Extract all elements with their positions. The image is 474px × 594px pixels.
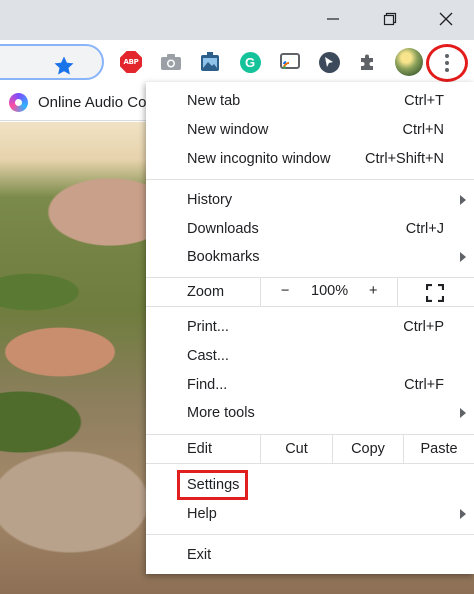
minimize-icon <box>327 18 339 20</box>
close-window-button[interactable] <box>423 0 469 38</box>
menu-item-label: Find... <box>187 376 228 393</box>
address-bar[interactable] <box>0 44 104 80</box>
extensions-puzzle-icon <box>361 54 373 70</box>
zoom-row: Zoom − 100% + <box>146 277 474 307</box>
submenu-arrow-icon <box>460 252 466 262</box>
bookmark-item[interactable]: Online Audio Co <box>9 93 146 112</box>
menu-item-label: History <box>187 191 233 208</box>
submenu-arrow-icon <box>460 408 466 418</box>
bookmark-label: Online Audio Co <box>38 94 147 111</box>
screenshot-icon <box>201 52 219 71</box>
adblock-plus-button[interactable]: ABP <box>120 51 142 73</box>
menu-item-history[interactable]: History <box>146 185 474 214</box>
cursor-icon <box>318 51 340 73</box>
menu-item-exit[interactable]: Exit <box>146 540 474 569</box>
camera-icon <box>161 54 181 70</box>
cut-label: Cut <box>285 441 308 457</box>
menu-item-shortcut: Ctrl+N <box>402 121 445 138</box>
menu-item-label: Help <box>187 505 217 522</box>
cut-button[interactable]: Cut <box>260 434 332 464</box>
copy-button[interactable]: Copy <box>332 434 403 464</box>
menu-item-shortcut: Ctrl+J <box>405 220 444 237</box>
browser-toolbar: ABP G <box>0 40 474 86</box>
grammarly-icon: G <box>239 51 261 73</box>
menu-item-label: More tools <box>187 404 255 421</box>
menu-button-highlight <box>426 44 468 82</box>
menu-item-bookmarks[interactable]: Bookmarks <box>146 242 474 271</box>
menu-item-shortcut: Ctrl+P <box>403 318 444 335</box>
cast-tab-button[interactable] <box>279 51 301 73</box>
menu-item-help[interactable]: Help <box>146 499 474 528</box>
edit-label: Edit <box>187 441 212 457</box>
menu-item-shortcut: Ctrl+Shift+N <box>365 150 444 167</box>
star-icon[interactable] <box>52 54 76 78</box>
chrome-menu: New tab Ctrl+T New window Ctrl+N New inc… <box>146 82 474 574</box>
zoom-level: 100% <box>311 283 349 299</box>
minimize-button[interactable] <box>310 0 356 38</box>
menu-item-label: New incognito window <box>187 150 331 167</box>
fullscreen-icon[interactable] <box>426 284 444 302</box>
zoom-in-button[interactable]: + <box>369 283 377 299</box>
audio-converter-icon <box>9 93 28 112</box>
zoom-label: Zoom <box>187 284 225 300</box>
menu-separator <box>146 534 474 535</box>
menu-item-find[interactable]: Find... Ctrl+F <box>146 370 474 399</box>
menu-item-label: Exit <box>187 546 212 563</box>
menu-item-label: Print... <box>187 318 229 335</box>
menu-item-label: Bookmarks <box>187 248 260 265</box>
edit-row: Edit Cut Copy Paste <box>146 434 474 464</box>
avatar[interactable] <box>395 48 423 76</box>
title-bar <box>0 0 474 40</box>
menu-separator <box>146 179 474 180</box>
menu-item-more-tools[interactable]: More tools <box>146 398 474 427</box>
close-icon <box>439 12 453 26</box>
menu-item-new-tab[interactable]: New tab Ctrl+T <box>146 86 474 115</box>
menu-item-downloads[interactable]: Downloads Ctrl+J <box>146 214 474 243</box>
camera-extension-button[interactable] <box>160 51 182 73</box>
menu-item-new-window[interactable]: New window Ctrl+N <box>146 115 474 144</box>
submenu-arrow-icon <box>460 195 466 205</box>
menu-item-label: New window <box>187 121 269 138</box>
menu-item-new-incognito-window[interactable]: New incognito window Ctrl+Shift+N <box>146 144 474 173</box>
menu-item-label: Downloads <box>187 220 259 237</box>
cursor-extension-button[interactable] <box>318 51 340 73</box>
menu-item-label: Cast... <box>187 347 229 364</box>
screenshot-extension-button[interactable] <box>199 51 221 73</box>
settings-highlight <box>177 470 248 500</box>
submenu-arrow-icon <box>460 509 466 519</box>
adblock-plus-icon: ABP <box>120 51 142 73</box>
menu-item-print[interactable]: Print... Ctrl+P <box>146 312 474 341</box>
grammarly-button[interactable]: G <box>239 51 261 73</box>
menu-item-shortcut: Ctrl+F <box>404 376 444 393</box>
cast-tab-icon <box>280 53 300 69</box>
paste-label: Paste <box>420 441 458 457</box>
zoom-controls: − 100% + <box>260 277 398 307</box>
menu-item-cast[interactable]: Cast... <box>146 341 474 370</box>
extensions-button[interactable] <box>357 51 379 73</box>
zoom-out-button[interactable]: − <box>281 283 289 299</box>
restore-button[interactable] <box>367 0 413 38</box>
restore-icon <box>383 12 397 26</box>
paste-button[interactable]: Paste <box>403 434 474 464</box>
copy-label: Copy <box>351 441 385 457</box>
menu-item-shortcut: Ctrl+T <box>404 92 444 109</box>
menu-item-label: New tab <box>187 92 241 109</box>
